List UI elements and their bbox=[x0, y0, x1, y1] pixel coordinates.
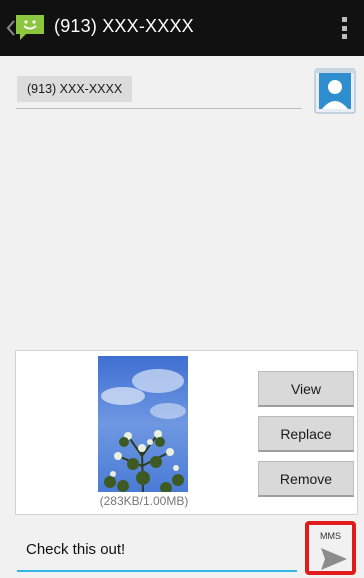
message-input-underline bbox=[17, 570, 297, 572]
action-bar: (913) XXX-XXXX bbox=[0, 0, 364, 56]
attached-photo-thumbnail[interactable] bbox=[98, 356, 188, 492]
recipient-field-underline[interactable] bbox=[16, 108, 302, 109]
messaging-smiley-icon[interactable] bbox=[14, 12, 46, 42]
message-area bbox=[0, 116, 364, 348]
contact-picker-icon[interactable] bbox=[314, 67, 356, 115]
mms-label: MMS bbox=[320, 531, 341, 541]
overflow-menu-icon[interactable] bbox=[340, 17, 348, 39]
conversation-title: (913) XXX-XXXX bbox=[54, 16, 194, 36]
send-mms-button[interactable]: MMS bbox=[305, 521, 356, 575]
send-icon bbox=[321, 548, 347, 570]
remove-button[interactable]: Remove bbox=[258, 461, 354, 497]
attachment-size: (283KB/1.00MB) bbox=[99, 494, 189, 508]
view-button[interactable]: View bbox=[258, 371, 354, 407]
recipient-chip[interactable]: (913) XXX-XXXX bbox=[17, 76, 133, 102]
message-input[interactable]: Check this out! bbox=[26, 541, 125, 558]
replace-button[interactable]: Replace bbox=[258, 416, 354, 452]
